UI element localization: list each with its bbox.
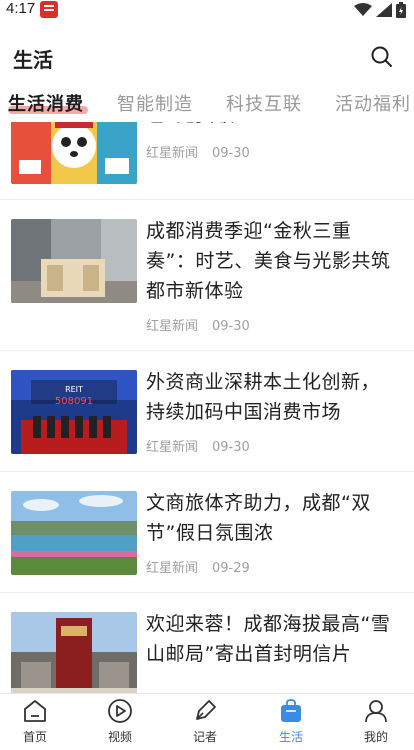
news-meta: 红星新闻 09-29 xyxy=(146,557,250,576)
news-source: 红星新闻 xyxy=(146,319,199,334)
user-icon xyxy=(365,700,387,723)
nav-reporter[interactable]: 记者 xyxy=(175,698,235,748)
news-thumbnail xyxy=(11,219,137,303)
nav-home[interactable]: 首页 xyxy=(5,698,65,748)
news-item[interactable]: 欢迎来蓉！成都海拔最高“雪山邮局”寄出首封明信片 xyxy=(0,612,414,693)
news-date: 09-30 xyxy=(212,319,250,334)
tab-tech-internet[interactable]: 科技互联 xyxy=(226,90,302,116)
app-notification-icon xyxy=(40,1,58,18)
news-date: 09-30 xyxy=(212,146,250,161)
battery-icon xyxy=(396,2,406,18)
divider xyxy=(0,199,414,200)
news-meta: 红星新闻 09-30 xyxy=(146,315,250,334)
news-meta: 红星新闻 09-30 xyxy=(146,436,250,455)
nav-label: 我的 xyxy=(363,730,388,744)
news-title: 包”免费领 xyxy=(146,122,398,130)
nav-video[interactable]: 视频 xyxy=(90,698,150,748)
status-indicators xyxy=(354,2,406,18)
news-meta: 红星新闻 09-30 xyxy=(146,142,250,161)
news-thumbnail xyxy=(11,122,137,184)
nav-label: 视频 xyxy=(107,730,132,744)
divider xyxy=(0,471,414,472)
divider xyxy=(0,350,414,351)
news-thumbnail: REIT 508091 xyxy=(11,370,137,454)
news-date: 09-29 xyxy=(212,561,250,576)
bag-icon xyxy=(281,699,301,722)
news-item[interactable]: 文商旅体齐助力，成都“双节”假日氛围浓 红星新闻 09-29 xyxy=(0,491,414,591)
top-header: 生活 xyxy=(0,40,414,74)
status-time: 4:17 xyxy=(6,0,36,17)
wifi-icon xyxy=(354,3,372,16)
play-icon xyxy=(108,699,132,723)
thumb-ticker-code: 508091 xyxy=(55,396,93,407)
category-tabs: 生活消费 智能制造 科技互联 活动福利 xyxy=(0,90,414,122)
nav-life[interactable]: 生活 xyxy=(261,698,321,748)
news-date: 09-30 xyxy=(212,440,250,455)
news-thumbnail xyxy=(11,612,137,693)
signal-icon xyxy=(376,3,392,17)
page-title: 生活 xyxy=(13,48,53,72)
news-source: 红星新闻 xyxy=(146,440,199,455)
nav-profile[interactable]: 我的 xyxy=(346,698,406,748)
divider xyxy=(0,592,414,593)
news-item[interactable]: 成都消费季迎“金秋三重奏”：时艺、美食与光影共筑都市新体验 红星新闻 09-30 xyxy=(0,219,414,349)
news-source: 红星新闻 xyxy=(146,146,199,161)
news-item[interactable]: REIT 508091 外资商业深耕本土化创新，持续加码中国消费市场 红星新闻 0… xyxy=(0,370,414,470)
search-icon xyxy=(371,46,392,67)
bottom-nav: 首页 视频 记者 生活 我的 xyxy=(0,693,414,750)
tab-smart-manufacturing[interactable]: 智能制造 xyxy=(117,90,193,116)
news-title: 欢迎来蓉！成都海拔最高“雪山邮局”寄出首封明信片 xyxy=(146,613,391,665)
nav-label: 生活 xyxy=(278,730,303,744)
tab-event-benefits[interactable]: 活动福利 xyxy=(335,90,411,116)
home-icon xyxy=(24,700,46,722)
thumb-ticker-tag: REIT xyxy=(65,385,83,394)
search-button[interactable] xyxy=(370,45,394,69)
news-list: 包”免费领 红星新闻 09-30 成都消费季迎“金秋三重奏”：时艺、美食与光影共筑… xyxy=(0,122,414,693)
pen-icon xyxy=(196,700,216,720)
tab-life-consumption[interactable]: 生活消费 xyxy=(8,90,84,116)
news-title: 外资商业深耕本土化创新，持续加码中国消费市场 xyxy=(146,371,381,423)
nav-label: 记者 xyxy=(192,730,217,744)
nav-label: 首页 xyxy=(22,730,47,744)
news-title: 成都消费季迎“金秋三重奏”：时艺、美食与光影共筑都市新体验 xyxy=(146,220,391,302)
news-thumbnail xyxy=(11,491,137,575)
news-source: 红星新闻 xyxy=(146,561,199,576)
news-title: 文商旅体齐助力，成都“双节”假日氛围浓 xyxy=(146,492,371,544)
status-bar: 4:17 xyxy=(0,0,414,22)
